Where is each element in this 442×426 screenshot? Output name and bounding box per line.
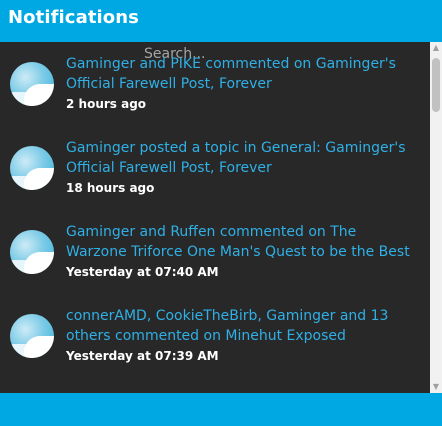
notification-time: 18 hours ago [66, 181, 155, 195]
page-title: Notifications [8, 7, 139, 28]
notification-list[interactable]: Search... Gaminger and PIKE commented on… [0, 42, 430, 393]
notification-item[interactable]: connerAMD, CookieTheBirb, Gaminger and 1… [0, 294, 430, 378]
notifications-footer [0, 393, 442, 426]
scroll-down-arrow-icon[interactable]: ▼ [430, 381, 442, 393]
notification-text[interactable]: Gaminger posted a topic in General: Gami… [66, 138, 421, 178]
notifications-panel: Notifications Search... Gaminger and PIK… [0, 0, 442, 426]
notification-text[interactable]: connerAMD, CookieTheBirb, Gaminger and 1… [66, 306, 421, 346]
scroll-up-arrow-icon[interactable]: ▲ [430, 42, 442, 54]
notification-time: Yesterday at 07:39 AM [66, 349, 219, 363]
notification-item[interactable]: Gaminger and PIKE commented on Gaminger'… [0, 42, 430, 126]
avatar[interactable] [10, 230, 54, 274]
notification-time: 2 hours ago [66, 97, 147, 111]
notification-time: Yesterday at 07:40 AM [66, 265, 219, 279]
notification-text[interactable]: Gaminger and Ruffen commented on The War… [66, 222, 421, 262]
avatar[interactable] [10, 146, 54, 190]
avatar[interactable] [10, 62, 54, 106]
scrollbar[interactable]: ▲ ▼ [430, 42, 442, 393]
avatar[interactable] [10, 314, 54, 358]
scrollbar-thumb[interactable] [432, 58, 440, 112]
notification-item[interactable]: Gaminger posted a topic in General: Gami… [0, 126, 430, 210]
notification-item[interactable]: Gaminger and Ruffen commented on The War… [0, 210, 430, 294]
notifications-header: Notifications [0, 0, 442, 42]
notification-text[interactable]: Gaminger and PIKE commented on Gaminger'… [66, 54, 421, 94]
